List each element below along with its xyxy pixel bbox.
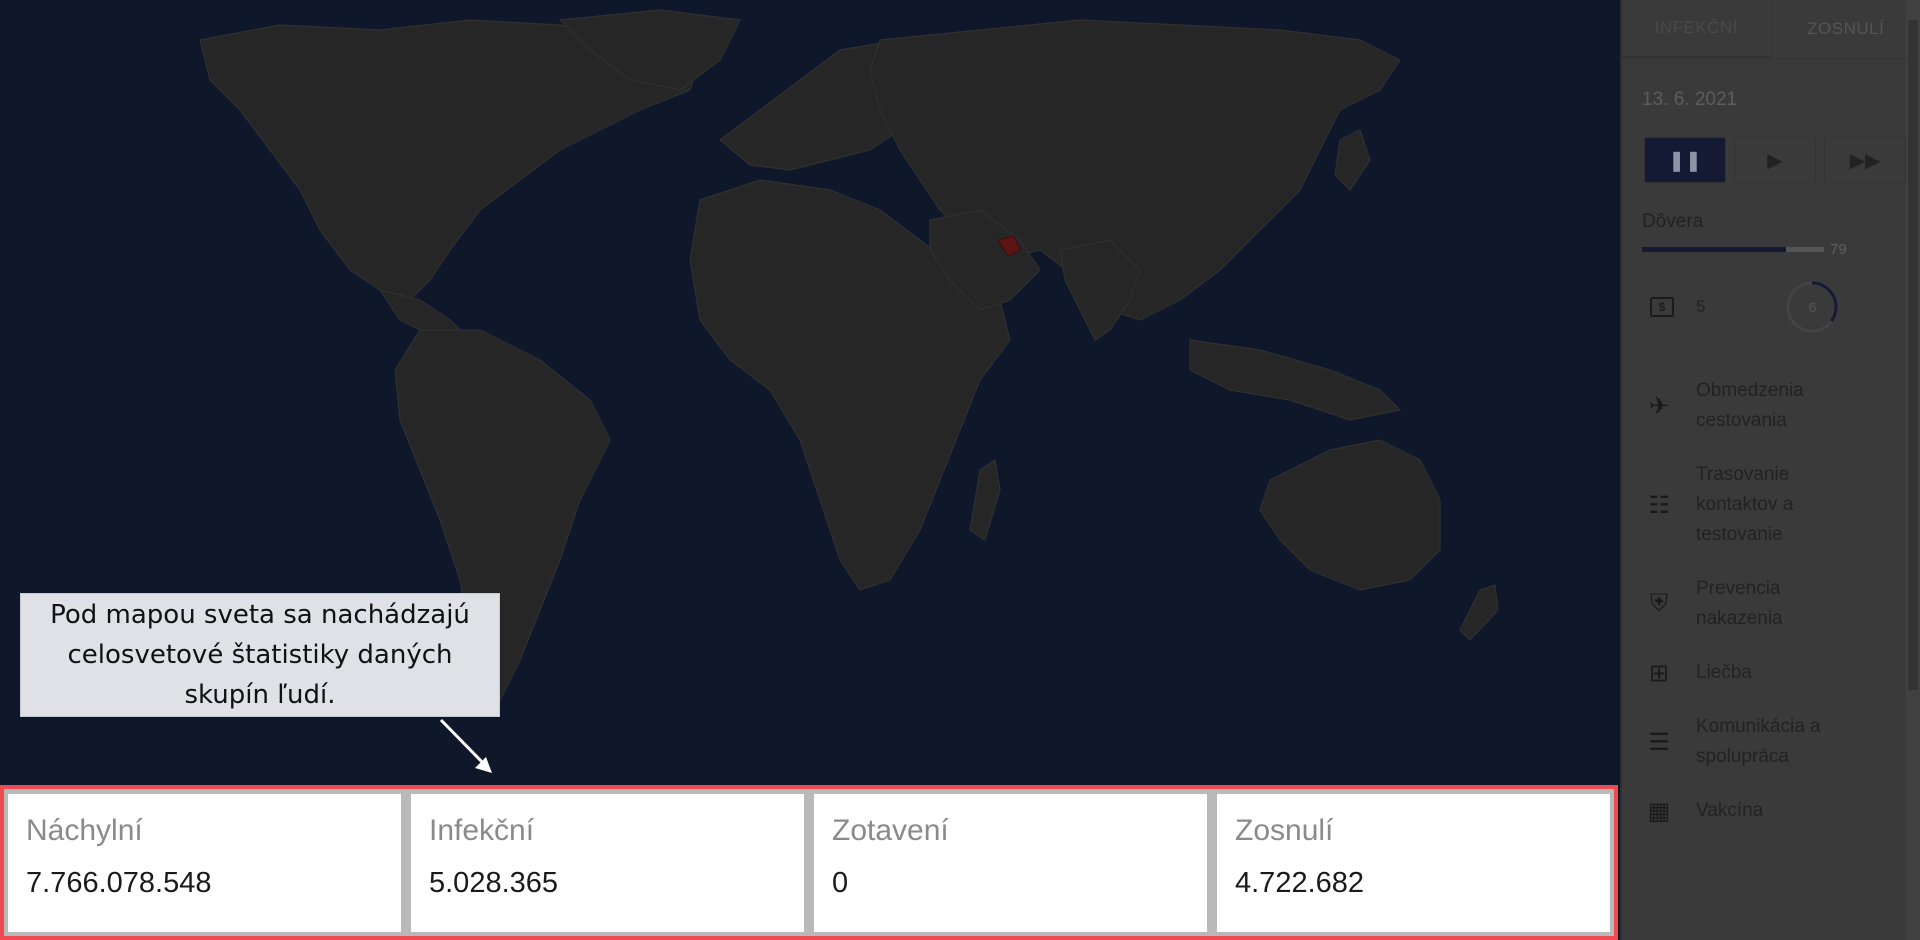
action-treatment[interactable]: ⊞ Liečba <box>1622 652 1920 694</box>
vaccine-icon: ▦ <box>1647 797 1671 825</box>
trust-label: Dôvera <box>1642 211 1704 232</box>
sidebar-scrollbar[interactable] <box>1906 0 1920 940</box>
new-zealand[interactable] <box>1459 584 1499 641</box>
play-button[interactable]: ▶ <box>1734 137 1816 183</box>
tab-infectious[interactable]: INFEKČNÍ <box>1622 0 1771 58</box>
action-vaccine[interactable]: ▦ Vakcína <box>1622 790 1920 832</box>
stat-value: 4.722.682 <box>1235 867 1365 899</box>
cooldown-value: 6 <box>1808 299 1817 315</box>
stat-card-deceased: Zosnulí 4.722.682 <box>1217 794 1610 932</box>
stat-value: 0 <box>832 867 849 899</box>
stat-label: Zosnulí <box>1235 814 1334 847</box>
stat-value: 7.766.078.548 <box>26 867 212 899</box>
play-icon: ▶ <box>1767 149 1783 172</box>
view-tabs: INFEKČNÍ ZOSNULÍ <box>1622 0 1920 59</box>
action-label: Liečba <box>1696 662 1752 683</box>
australia[interactable] <box>1259 439 1441 591</box>
pause-button[interactable]: ❚❚ <box>1644 137 1726 183</box>
scrollbar-thumb[interactable] <box>1908 20 1918 690</box>
trust-bar <box>1642 247 1824 252</box>
fast-forward-icon: ▶▶ <box>1849 149 1881 172</box>
stat-card-susceptible: Náchylní 7.766.078.548 <box>8 794 401 932</box>
action-communication[interactable]: ☰ Komunikácia a spolupráca <box>1622 706 1920 778</box>
action-label: Vakcína <box>1696 800 1764 821</box>
money-value: 5 <box>1696 297 1706 316</box>
action-list: ✈ Obmedzenia cestovania ☷ Trasovanie kon… <box>1622 370 1920 832</box>
stat-label: Náchylní <box>26 814 143 847</box>
resources-row: $ 5 6 <box>1650 280 1920 334</box>
madagascar[interactable] <box>969 458 1001 541</box>
contact-id-icon: ☷ <box>1648 491 1670 519</box>
southeast-asia-islands[interactable] <box>1189 339 1402 421</box>
action-label: Obmedzenia cestovania <box>1696 380 1804 431</box>
action-travel-restrictions[interactable]: ✈ Obmedzenia cestovania <box>1622 370 1920 442</box>
action-label: Prevencia nakazenia <box>1696 578 1783 629</box>
action-label: Komunikácia a spolupráca <box>1696 716 1821 767</box>
tab-deceased[interactable]: ZOSNULÍ <box>1770 0 1920 58</box>
action-prevention[interactable]: ⛨ Prevencia nakazenia <box>1622 568 1920 640</box>
trust-meter: 79 <box>1642 241 1920 258</box>
money-icon: $ <box>1650 297 1674 317</box>
shield-icon: ⛨ <box>1650 590 1668 617</box>
stat-card-infectious: Infekční 5.028.365 <box>411 794 804 932</box>
medical-plus-icon: ⊞ <box>1648 659 1670 687</box>
action-label: Trasovanie kontaktov a testovanie <box>1696 464 1794 545</box>
pause-icon: ❚❚ <box>1668 149 1702 172</box>
airplane-off-icon: ✈ <box>1648 392 1670 420</box>
current-date: 13. 6. 2021 <box>1642 89 1738 110</box>
tutorial-callout: Pod mapou sveta sa nachádzajú celosvetov… <box>20 593 500 717</box>
action-contact-tracing[interactable]: ☷ Trasovanie kontaktov a testovanie <box>1622 454 1920 556</box>
cooldown-timer: 6 <box>1785 280 1839 334</box>
sidebar: INFEKČNÍ ZOSNULÍ 13. 6. 2021 ❚❚ ▶ ▶▶ Dôv… <box>1620 0 1920 940</box>
callout-text: Pod mapou sveta sa nachádzajú celosvetov… <box>50 600 470 710</box>
trust-value: 79 <box>1830 241 1847 258</box>
japan[interactable] <box>1334 129 1371 191</box>
fast-forward-button[interactable]: ▶▶ <box>1824 137 1906 183</box>
playback-controls: ❚❚ ▶ ▶▶ <box>1644 137 1920 183</box>
stat-label: Infekční <box>429 814 535 847</box>
stat-label: Zotavení <box>832 814 949 847</box>
chat-icon: ☰ <box>1648 728 1670 756</box>
trust-bar-fill <box>1642 247 1786 252</box>
stat-card-recovered: Zotavení 0 <box>814 794 1207 932</box>
stat-value: 5.028.365 <box>429 867 559 899</box>
money-symbol: $ <box>1658 300 1666 314</box>
world-stats-panel: Náchylní 7.766.078.548 Infekční 5.028.36… <box>0 785 1618 940</box>
